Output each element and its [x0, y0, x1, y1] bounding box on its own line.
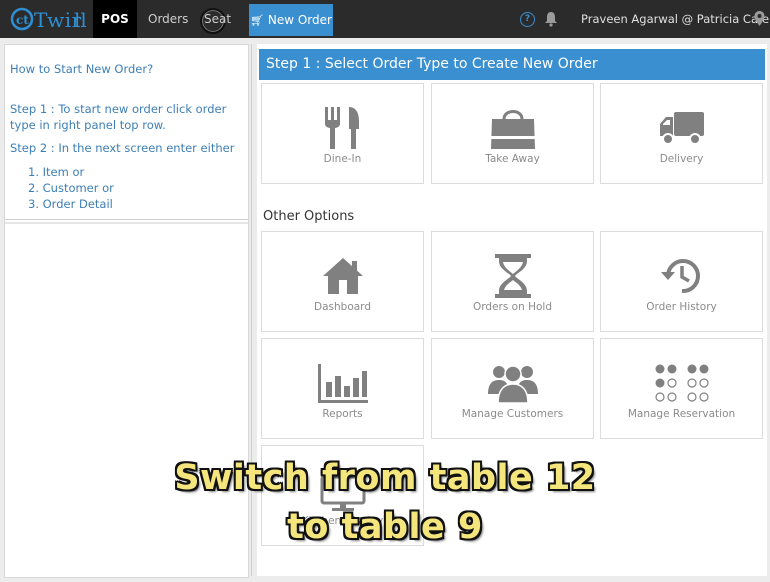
other-options-title: Other Options: [263, 209, 355, 224]
step-header: Step 1 : Select Order Type to Create New…: [259, 49, 765, 80]
truck-icon: [659, 112, 704, 145]
help-step2: Step 2 : In the next screen enter either: [10, 141, 235, 155]
logo-icon: ct: [10, 7, 34, 31]
tab-orders[interactable]: Orders: [148, 0, 188, 38]
caption-line-1: Switch from table 12: [174, 458, 596, 498]
bar-chart-icon: [317, 364, 368, 403]
history-icon: [660, 259, 700, 294]
take-away-label: Take Away: [485, 153, 540, 165]
reports-tile[interactable]: Reports: [261, 338, 424, 439]
home-icon: [322, 258, 363, 294]
order-history-tile[interactable]: Order History: [600, 231, 763, 332]
hourglass-icon: [494, 254, 531, 298]
dine-in-tile[interactable]: Dine-In: [261, 83, 424, 184]
manage-customers-label: Manage Customers: [461, 408, 564, 420]
caption-line-2: to table 9: [287, 507, 483, 547]
help-option-order-detail: 3. Order Detail: [28, 197, 113, 211]
dine-in-label: Dine-In: [323, 153, 362, 165]
dashboard-tile[interactable]: Dashboard: [261, 231, 424, 332]
delivery-tile[interactable]: Delivery: [600, 83, 763, 184]
delivery-label: Delivery: [659, 153, 704, 165]
bell-icon[interactable]: [544, 11, 558, 27]
tab-seat[interactable]: Seat: [204, 0, 231, 38]
cart-icon: 🛒︎: [250, 14, 265, 27]
fork-knife-icon: [324, 107, 359, 149]
manage-customers-tile[interactable]: Manage Customers: [431, 338, 594, 439]
user-info[interactable]: Praveen Agarwal @ Patricia Cafe: [581, 0, 769, 38]
orders-on-hold-tile[interactable]: Orders on Hold: [431, 231, 594, 332]
top-navbar: ct Twir ll POS Orders Seat 🛒︎ New Order …: [0, 0, 770, 38]
new-order-label: New Order: [267, 13, 332, 27]
take-away-tile[interactable]: Take Away: [431, 83, 594, 184]
manage-reservation-tile[interactable]: Manage Reservation: [600, 338, 763, 439]
svg-text:ct: ct: [16, 13, 29, 27]
help-option-customer: 2. Customer or: [28, 181, 114, 195]
help-icon[interactable]: ?: [520, 12, 535, 27]
order-history-label: Order History: [646, 301, 717, 313]
help-title: How to Start New Order?: [10, 62, 154, 76]
help-box: How to Start New Order? Step 1 : To star…: [5, 45, 248, 220]
location-pin-icon: [754, 11, 765, 26]
help-step1-line1: Step 1 : To start new order click order: [10, 102, 227, 116]
reports-label: Reports: [322, 408, 363, 420]
tab-pos[interactable]: POS: [93, 0, 137, 38]
shopping-bag-icon: [490, 110, 535, 149]
help-step1-line2: type in right panel top row.: [10, 118, 166, 132]
dashboard-label: Dashboard: [314, 301, 371, 313]
manage-reservation-label: Manage Reservation: [627, 408, 736, 420]
orders-on-hold-label: Orders on Hold: [473, 301, 552, 313]
logo-ll: ll: [74, 8, 87, 32]
divider: [5, 222, 248, 224]
users-icon: [487, 365, 538, 404]
seat-grid-icon: [654, 364, 709, 402]
new-order-button[interactable]: 🛒︎ New Order: [249, 4, 333, 36]
help-option-item: 1. Item or: [28, 165, 85, 179]
